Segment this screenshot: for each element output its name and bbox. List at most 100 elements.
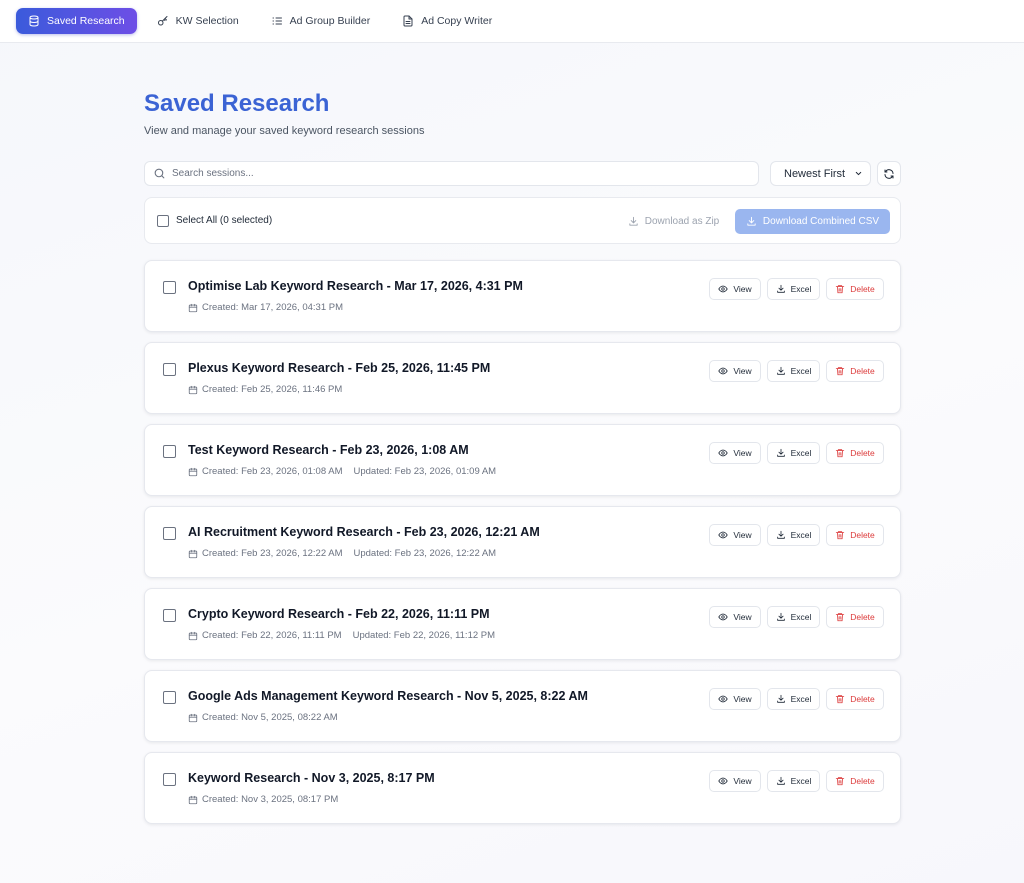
session-actions: View Excel Delete: [709, 442, 884, 464]
excel-label: Excel: [790, 612, 812, 622]
view-label: View: [733, 612, 752, 622]
delete-label: Delete: [850, 776, 875, 786]
session-checkbox[interactable]: [163, 609, 176, 622]
select-all-checkbox[interactable]: [157, 214, 169, 227]
session-checkbox[interactable]: [163, 691, 176, 704]
eye-icon: [718, 695, 728, 703]
download-icon: [776, 530, 785, 539]
session-card: Optimise Lab Keyword Research - Mar 17, …: [144, 260, 901, 332]
download-icon: [776, 612, 785, 621]
excel-button[interactable]: Excel: [767, 770, 820, 792]
search-icon: [154, 168, 165, 179]
excel-button[interactable]: Excel: [767, 360, 820, 382]
session-title: Keyword Research - Nov 3, 2025, 8:17 PM: [188, 771, 435, 785]
session-title: Optimise Lab Keyword Research - Mar 17, …: [188, 279, 523, 293]
tab-ad-group-builder[interactable]: Ad Group Builder: [259, 8, 383, 34]
session-meta: Created: Feb 23, 2026, 12:22 AM Updated:…: [188, 548, 496, 559]
tab-label: Saved Research: [47, 15, 125, 27]
eye-icon: [718, 613, 728, 621]
delete-button[interactable]: Delete: [826, 688, 884, 710]
excel-button[interactable]: Excel: [767, 442, 820, 464]
session-meta: Created: Nov 3, 2025, 08:17 PM: [188, 794, 338, 805]
session-checkbox[interactable]: [163, 363, 176, 376]
eye-icon: [718, 285, 728, 293]
delete-button[interactable]: Delete: [826, 360, 884, 382]
database-icon: [29, 15, 39, 27]
session-meta: Created: Feb 22, 2026, 11:11 PM Updated:…: [188, 630, 495, 641]
view-button[interactable]: View: [709, 606, 761, 628]
select-all-label: Select All (0 selected): [176, 215, 273, 226]
calendar-icon: [188, 385, 198, 394]
excel-button[interactable]: Excel: [767, 524, 820, 546]
download-icon: [776, 366, 785, 375]
session-created: Created: Feb 22, 2026, 11:11 PM: [202, 630, 342, 641]
delete-button[interactable]: Delete: [826, 524, 884, 546]
session-checkbox[interactable]: [163, 281, 176, 294]
tab-saved-research[interactable]: Saved Research: [16, 8, 137, 34]
session-actions: View Excel Delete: [709, 606, 884, 628]
view-button[interactable]: View: [709, 442, 761, 464]
view-button[interactable]: View: [709, 688, 761, 710]
session-actions: View Excel Delete: [709, 688, 884, 710]
download-csv-label: Download Combined CSV: [762, 216, 880, 227]
download-icon: [776, 448, 785, 457]
session-actions: View Excel Delete: [709, 770, 884, 792]
refresh-button[interactable]: [877, 161, 901, 186]
tab-label: Ad Copy Writer: [421, 15, 493, 27]
delete-button[interactable]: Delete: [826, 442, 884, 464]
tab-kw-selection[interactable]: KW Selection: [145, 8, 251, 34]
excel-button[interactable]: Excel: [767, 606, 820, 628]
delete-button[interactable]: Delete: [826, 770, 884, 792]
session-created: Created: Feb 23, 2026, 12:22 AM: [202, 548, 343, 559]
session-card: Plexus Keyword Research - Feb 25, 2026, …: [144, 342, 901, 414]
trash-icon: [836, 777, 845, 786]
session-title: Test Keyword Research - Feb 23, 2026, 1:…: [188, 443, 469, 457]
session-meta: Created: Feb 23, 2026, 01:08 AM Updated:…: [188, 466, 496, 477]
download-icon: [776, 776, 785, 785]
session-created: Created: Mar 17, 2026, 04:31 PM: [202, 302, 343, 313]
list-icon: [272, 17, 282, 25]
excel-label: Excel: [790, 284, 812, 294]
download-csv-button[interactable]: Download Combined CSV: [735, 209, 890, 234]
download-zip-button[interactable]: Download as Zip: [619, 209, 728, 233]
trash-icon: [836, 367, 845, 376]
excel-label: Excel: [790, 530, 812, 540]
download-icon: [747, 216, 756, 226]
excel-button[interactable]: Excel: [767, 278, 820, 300]
calendar-icon: [188, 795, 198, 804]
session-title: AI Recruitment Keyword Research - Feb 23…: [188, 525, 540, 539]
download-icon: [776, 694, 785, 703]
excel-label: Excel: [790, 694, 812, 704]
delete-button[interactable]: Delete: [826, 606, 884, 628]
session-checkbox[interactable]: [163, 773, 176, 786]
eye-icon: [718, 777, 728, 785]
session-title: Google Ads Management Keyword Research -…: [188, 689, 588, 703]
session-card: Keyword Research - Nov 3, 2025, 8:17 PM …: [144, 752, 901, 824]
session-checkbox[interactable]: [163, 445, 176, 458]
view-button[interactable]: View: [709, 524, 761, 546]
view-label: View: [733, 284, 752, 294]
view-button[interactable]: View: [709, 278, 761, 300]
chevron-down-icon: [855, 171, 862, 176]
session-title: Plexus Keyword Research - Feb 25, 2026, …: [188, 361, 491, 375]
session-card: Google Ads Management Keyword Research -…: [144, 670, 901, 742]
calendar-icon: [188, 467, 198, 476]
selection-bar: Select All (0 selected) Download as Zip …: [144, 197, 901, 244]
top-navigation: Saved Research KW Selection Ad Group Bui…: [0, 0, 1024, 43]
excel-label: Excel: [790, 448, 812, 458]
view-button[interactable]: View: [709, 770, 761, 792]
calendar-icon: [188, 713, 198, 722]
trash-icon: [836, 695, 845, 704]
eye-icon: [718, 449, 728, 457]
excel-button[interactable]: Excel: [767, 688, 820, 710]
view-button[interactable]: View: [709, 360, 761, 382]
eye-icon: [718, 531, 728, 539]
tab-ad-copy-writer[interactable]: Ad Copy Writer: [390, 8, 504, 34]
session-checkbox[interactable]: [163, 527, 176, 540]
session-actions: View Excel Delete: [709, 360, 884, 382]
delete-button[interactable]: Delete: [826, 278, 884, 300]
tab-label: Ad Group Builder: [289, 15, 371, 27]
view-label: View: [733, 530, 752, 540]
sort-select[interactable]: Newest First: [770, 161, 871, 186]
search-input[interactable]: [172, 168, 732, 179]
